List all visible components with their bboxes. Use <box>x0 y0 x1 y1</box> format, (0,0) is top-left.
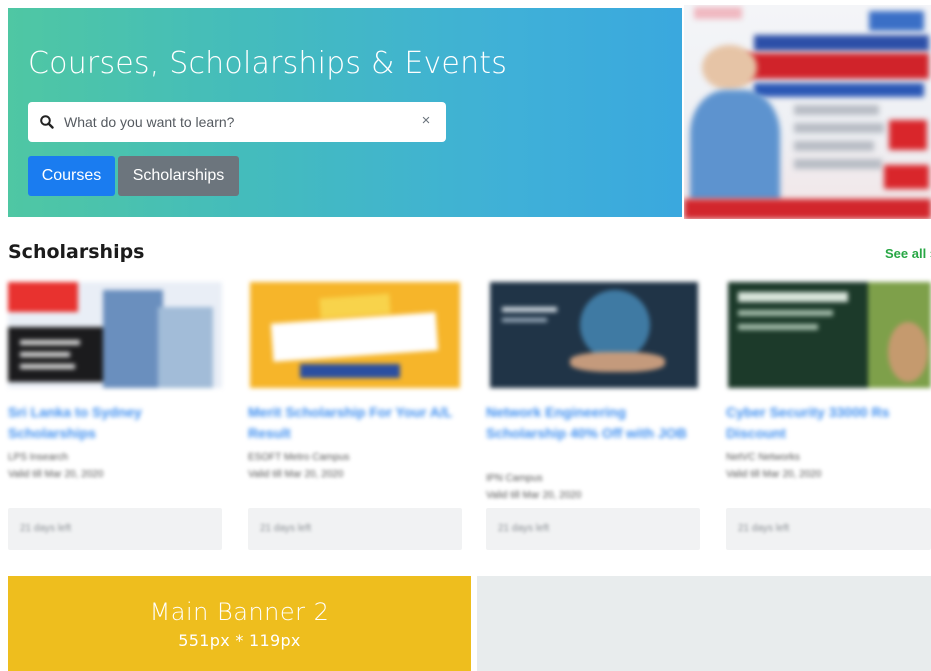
card-valid-date: Valid till Mar 20, 2020 <box>248 469 344 480</box>
scholarships-tab-button[interactable]: Scholarships <box>118 156 239 196</box>
card-provider: IPN Campus <box>486 473 543 484</box>
banner-title: Main Banner 2 <box>149 598 330 626</box>
card-image[interactable] <box>250 282 460 388</box>
banner-placeholder <box>477 576 931 671</box>
card-valid-date: Valid till Mar 20, 2020 <box>8 469 104 480</box>
close-icon[interactable]: × <box>418 113 434 129</box>
card-provider: NetVC Networks <box>726 452 800 463</box>
card-footer: 21 days left <box>726 508 931 550</box>
scholarship-card[interactable]: Merit Scholarship For Your A/L Result ES… <box>248 282 462 552</box>
hero-title: Courses, Scholarships & Events <box>28 46 508 81</box>
card-title[interactable]: Network Engineering Scholarship 40% Off … <box>486 402 700 444</box>
card-valid-date: Valid till Mar 20, 2020 <box>726 469 822 480</box>
card-valid-date: Valid till Mar 20, 2020 <box>486 490 582 501</box>
card-footer: 21 days left <box>248 508 462 550</box>
card-footer: 21 days left <box>8 508 222 550</box>
card-image[interactable] <box>728 282 931 388</box>
days-left-label: 21 days left <box>20 523 72 534</box>
scholarship-card[interactable]: Cyber Security 33000 Rs Discount NetVC N… <box>726 282 931 552</box>
card-image[interactable] <box>490 282 698 388</box>
card-provider: ESOFT Metro Campus <box>248 452 350 463</box>
banner-dimensions: 551px * 119px <box>178 631 301 650</box>
scholarship-card[interactable]: Network Engineering Scholarship 40% Off … <box>486 282 700 552</box>
hero-banner: Courses, Scholarships & Events × Courses… <box>8 8 682 217</box>
card-title[interactable]: Sri Lanka to Sydney Scholarships <box>8 402 222 444</box>
days-left-label: 21 days left <box>260 523 312 534</box>
section-title-scholarships: Scholarships <box>8 241 145 263</box>
card-footer: 21 days left <box>486 508 700 550</box>
days-left-label: 21 days left <box>498 523 550 534</box>
card-provider: LPS Insearch <box>8 452 69 463</box>
see-all-link[interactable]: See all › <box>885 246 931 261</box>
card-title[interactable]: Merit Scholarship For Your A/L Result <box>248 402 462 444</box>
card-title[interactable]: Cyber Security 33000 Rs Discount <box>726 402 931 444</box>
scholarship-card[interactable]: Sri Lanka to Sydney Scholarships LPS Ins… <box>8 282 222 552</box>
main-banner-2[interactable]: Main Banner 2 551px * 119px <box>8 576 471 671</box>
card-image[interactable] <box>8 282 222 388</box>
days-left-label: 21 days left <box>738 523 790 534</box>
search-icon <box>40 115 54 129</box>
courses-tab-button[interactable]: Courses <box>28 156 115 196</box>
search-bar[interactable]: × <box>28 102 446 142</box>
side-advertisement-image[interactable] <box>684 5 931 219</box>
search-input[interactable] <box>64 102 404 142</box>
